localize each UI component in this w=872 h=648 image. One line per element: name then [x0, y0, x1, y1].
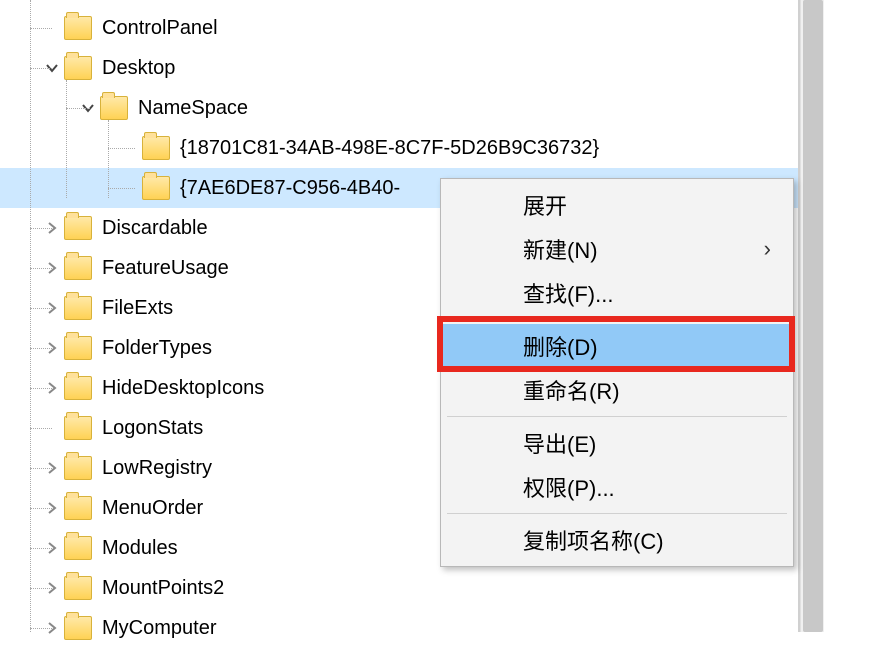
tree-line — [30, 268, 52, 269]
tree-item-label: MountPoints2 — [102, 577, 224, 600]
menu-item: 展开 — [443, 183, 791, 227]
tree-item[interactable]: ControlPanel — [0, 8, 798, 48]
tree-item[interactable]: NameSpace — [0, 88, 798, 128]
folder-icon — [64, 376, 92, 400]
tree-item-label: {18701C81-34AB-498E-8C7F-5D26B9C36732} — [180, 137, 599, 160]
tree-item-label: FolderTypes — [102, 337, 212, 360]
folder-icon — [64, 456, 92, 480]
tree-item-label: MenuOrder — [102, 497, 203, 520]
folder-icon — [142, 136, 170, 160]
tree-item-label: LogonStats — [102, 417, 203, 440]
folder-icon — [64, 216, 92, 240]
menu-item-label: 重命名(R) — [523, 374, 771, 406]
tree-item[interactable]: Desktop — [0, 48, 798, 88]
vertical-scrollbar[interactable] — [800, 0, 824, 632]
folder-icon — [64, 16, 92, 40]
tree-item[interactable]: MountPoints2 — [0, 568, 798, 608]
folder-icon — [64, 296, 92, 320]
folder-icon — [64, 336, 92, 360]
menu-item[interactable]: 查找(F)... — [443, 271, 791, 315]
tree-item-label: FeatureUsage — [102, 257, 229, 280]
menu-item[interactable]: 新建(N)› — [443, 227, 791, 271]
tree-line — [30, 228, 52, 229]
tree-line — [30, 348, 52, 349]
tree-item-label: MyComputer — [102, 617, 216, 640]
tree-line — [30, 508, 52, 509]
tree-item-label: HideDesktopIcons — [102, 377, 264, 400]
tree-item-label: Discardable — [102, 217, 208, 240]
menu-item[interactable]: 复制项名称(C) — [443, 518, 791, 562]
menu-item[interactable]: 导出(E) — [443, 421, 791, 465]
tree-item-label: NameSpace — [138, 97, 248, 120]
tree-line — [30, 68, 52, 69]
tree-line — [66, 80, 67, 198]
tree-line — [30, 588, 52, 589]
tree-item-label: Modules — [102, 537, 178, 560]
tree-item[interactable]: MyComputer — [0, 608, 798, 648]
menu-item[interactable]: 删除(D) — [443, 324, 791, 368]
menu-item-label: 权限(P)... — [523, 471, 771, 503]
menu-item-label: 展开 — [523, 189, 771, 221]
menu-item-label: 复制项名称(C) — [523, 524, 771, 556]
tree-item-label: Desktop — [102, 57, 175, 80]
menu-item-label: 删除(D) — [523, 330, 771, 362]
menu-item-label: 新建(N) — [523, 233, 764, 265]
tree-item-label: FileExts — [102, 297, 173, 320]
scrollbar-thumb[interactable] — [803, 0, 823, 632]
folder-icon — [64, 256, 92, 280]
tree-line — [30, 28, 52, 29]
menu-separator — [447, 416, 787, 417]
menu-item[interactable]: 重命名(R) — [443, 368, 791, 412]
folder-icon — [64, 416, 92, 440]
tree-item-label: {7AE6DE87-C956-4B40- — [180, 177, 400, 200]
tree-line — [108, 188, 135, 189]
tree-line — [30, 388, 52, 389]
folder-icon — [64, 536, 92, 560]
tree-line — [30, 0, 31, 632]
menu-item-label: 查找(F)... — [523, 277, 771, 309]
tree-line — [108, 148, 135, 149]
tree-line — [30, 628, 52, 629]
menu-separator — [447, 513, 787, 514]
menu-item-label: 导出(E) — [523, 427, 771, 459]
tree-line — [108, 120, 109, 198]
tree-line — [30, 428, 52, 429]
folder-icon — [64, 56, 92, 80]
folder-icon — [64, 576, 92, 600]
tree-item-label: LowRegistry — [102, 457, 212, 480]
menu-separator — [447, 319, 787, 320]
context-menu-list: 展开新建(N)› 查找(F)... 删除(D) 重命名(R) 导出(E) 权限(P)...… — [441, 179, 793, 566]
submenu-arrow-icon: › — [764, 236, 771, 262]
folder-icon — [64, 496, 92, 520]
folder-icon — [64, 616, 92, 640]
tree-line — [30, 468, 52, 469]
menu-item[interactable]: 权限(P)... — [443, 465, 791, 509]
tree-line — [30, 308, 52, 309]
context-menu: 展开新建(N)› 查找(F)... 删除(D) 重命名(R) 导出(E) 权限(P)...… — [440, 178, 794, 567]
folder-icon — [100, 96, 128, 120]
folder-icon — [142, 176, 170, 200]
tree-line — [30, 548, 52, 549]
tree-line — [66, 108, 90, 109]
tree-item-label: ControlPanel — [102, 17, 218, 40]
